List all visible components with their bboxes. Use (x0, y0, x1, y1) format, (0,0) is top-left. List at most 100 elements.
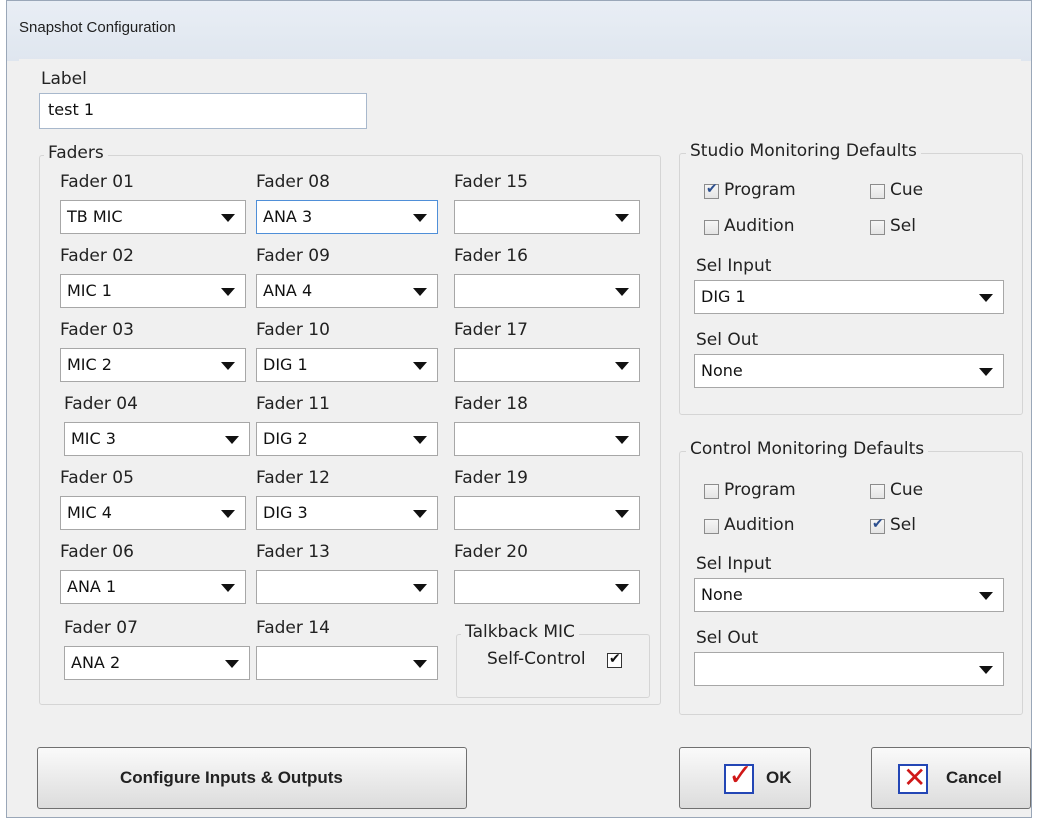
control-cue-checkbox[interactable] (870, 484, 885, 499)
fader-label: Fader 11 (256, 394, 330, 414)
fader-label: Fader 09 (256, 246, 330, 266)
control-sel-out-dropdown[interactable] (694, 652, 1004, 686)
fader-dropdown[interactable] (256, 646, 438, 680)
label-input[interactable]: test 1 (39, 93, 367, 129)
fader-value: TB MIC (67, 207, 123, 226)
fader-dropdown[interactable] (454, 348, 640, 382)
talkback-caption: Talkback MIC (461, 622, 579, 642)
fader-label: Fader 17 (454, 320, 528, 340)
dialog-client: Label test 1 Faders Fader 01 TB MIC Fader … (19, 59, 1031, 809)
chevron-down-icon (615, 510, 629, 518)
configure-inputs-outputs-button[interactable]: Configure Inputs & Outputs (37, 747, 467, 809)
fader-dropdown[interactable]: DIG 3 (256, 496, 438, 530)
check-icon: ✓ (724, 758, 754, 794)
fader-label: Fader 07 (64, 618, 138, 638)
cancel-button[interactable]: ✕ Cancel (871, 747, 1031, 809)
fader-label: Fader 19 (454, 468, 528, 488)
fader-dropdown[interactable] (256, 570, 438, 604)
studio-program-checkbox[interactable] (704, 181, 719, 199)
control-sel-input-value: None (701, 585, 743, 604)
control-sel-label: Sel (890, 515, 916, 535)
self-control-checkbox[interactable] (607, 651, 622, 668)
chevron-down-icon (979, 666, 993, 674)
studio-sel-input-dropdown[interactable]: DIG 1 (694, 280, 1004, 314)
fader-dropdown[interactable] (454, 570, 640, 604)
chevron-down-icon (615, 584, 629, 592)
label-caption: Label (41, 69, 87, 89)
control-audition-label: Audition (724, 515, 795, 535)
self-control-label: Self-Control (487, 649, 586, 669)
fader-dropdown[interactable] (454, 274, 640, 308)
fader-dropdown[interactable]: MIC 1 (60, 274, 246, 308)
control-program-checkbox[interactable] (704, 484, 719, 499)
title-bar[interactable]: Snapshot Configuration (7, 1, 1031, 61)
fader-dropdown[interactable]: MIC 2 (60, 348, 246, 382)
fader-dropdown[interactable]: DIG 2 (256, 422, 438, 456)
control-sel-input-label: Sel Input (696, 554, 772, 574)
fader-dropdown[interactable]: ANA 1 (60, 570, 246, 604)
fader-dropdown[interactable] (454, 496, 640, 530)
fader-dropdown[interactable]: ANA 2 (64, 646, 250, 680)
studio-cue-checkbox[interactable] (870, 184, 885, 199)
chevron-down-icon (979, 294, 993, 302)
chevron-down-icon (413, 214, 427, 222)
studio-caption: Studio Monitoring Defaults (686, 141, 921, 161)
fader-value: ANA 1 (67, 577, 117, 596)
control-sel-checkbox[interactable] (870, 516, 885, 534)
fader-label: Fader 08 (256, 172, 330, 192)
fader-dropdown[interactable]: MIC 4 (60, 496, 246, 530)
chevron-down-icon (221, 214, 235, 222)
chevron-down-icon (413, 660, 427, 668)
fader-value: MIC 4 (67, 503, 112, 522)
fader-dropdown[interactable]: TB MIC (60, 200, 246, 234)
configure-button-label: Configure Inputs & Outputs (120, 768, 343, 787)
chevron-down-icon (615, 436, 629, 444)
fader-label: Fader 03 (60, 320, 134, 340)
control-audition-checkbox[interactable] (704, 519, 719, 534)
studio-sel-label: Sel (890, 216, 916, 236)
studio-sel-out-dropdown[interactable]: None (694, 354, 1004, 388)
chevron-down-icon (413, 584, 427, 592)
fader-label: Fader 15 (454, 172, 528, 192)
fader-dropdown[interactable] (454, 200, 640, 234)
studio-sel-out-label: Sel Out (696, 330, 759, 350)
fader-dropdown[interactable]: ANA 3 (256, 200, 438, 234)
studio-program-label: Program (724, 180, 796, 200)
fader-label: Fader 04 (64, 394, 138, 414)
fader-dropdown[interactable]: MIC 3 (64, 422, 250, 456)
chevron-down-icon (413, 362, 427, 370)
chevron-down-icon (221, 584, 235, 592)
cancel-button-label: Cancel (946, 768, 1002, 787)
fader-label: Fader 02 (60, 246, 134, 266)
fader-value: DIG 2 (263, 429, 308, 448)
fader-label: Fader 16 (454, 246, 528, 266)
fader-dropdown[interactable]: ANA 4 (256, 274, 438, 308)
studio-sel-input-value: DIG 1 (701, 287, 746, 306)
studio-monitoring-group: Studio Monitoring Defaults Program Cue A… (679, 141, 1023, 415)
chevron-down-icon (979, 368, 993, 376)
fader-label: Fader 14 (256, 618, 330, 638)
studio-sel-checkbox[interactable] (870, 220, 885, 235)
chevron-down-icon (225, 660, 239, 668)
fader-label: Fader 05 (60, 468, 134, 488)
studio-audition-checkbox[interactable] (704, 220, 719, 235)
studio-sel-out-value: None (701, 361, 743, 380)
ok-button-label: OK (766, 768, 792, 787)
fader-dropdown[interactable]: DIG 1 (256, 348, 438, 382)
fader-dropdown[interactable] (454, 422, 640, 456)
fader-label: Fader 20 (454, 542, 528, 562)
faders-caption: Faders (44, 143, 108, 163)
control-sel-input-dropdown[interactable]: None (694, 578, 1004, 612)
fader-value: ANA 4 (263, 281, 313, 300)
control-sel-out-label: Sel Out (696, 628, 759, 648)
control-caption: Control Monitoring Defaults (686, 439, 929, 459)
close-icon: ✕ (898, 761, 928, 794)
ok-button[interactable]: ✓ OK (679, 747, 811, 809)
chevron-down-icon (413, 436, 427, 444)
fader-label: Fader 06 (60, 542, 134, 562)
control-program-label: Program (724, 480, 796, 500)
snapshot-configuration-dialog: Snapshot Configuration Label test 1 Fade… (6, 0, 1032, 818)
chevron-down-icon (979, 592, 993, 600)
chevron-down-icon (225, 436, 239, 444)
chevron-down-icon (615, 362, 629, 370)
